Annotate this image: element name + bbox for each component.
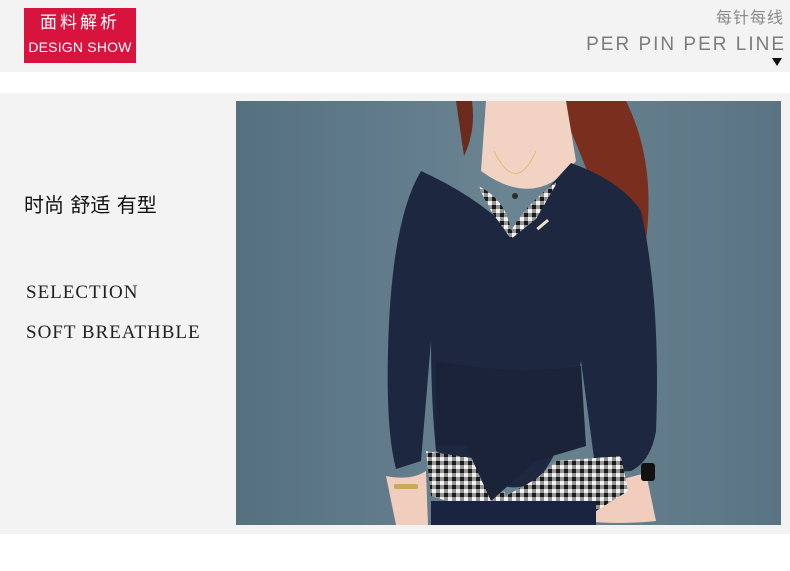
tagline: 时尚 舒适 有型 — [24, 193, 157, 217]
product-photo — [236, 101, 781, 525]
design-show-badge: 面料解析 DESIGN SHOW — [24, 8, 136, 63]
badge-title-cn: 面料解析 — [40, 13, 120, 33]
header-title-cn: 每针每线 — [715, 8, 784, 27]
section-header: 面料解析 DESIGN SHOW 每针每线 PER PIN PER LINE — [0, 0, 790, 72]
triangle-down-icon — [772, 58, 782, 66]
feature-selection: SELECTION — [26, 282, 139, 303]
product-detail-page: 面料解析 DESIGN SHOW 每针每线 PER PIN PER LINE 时… — [0, 0, 790, 571]
model-shirt-illustration — [236, 101, 781, 525]
badge-title-en: DESIGN SHOW — [28, 39, 132, 55]
feature-soft-breathable: SOFT BREATHBLE — [26, 322, 201, 343]
header-title-en: PER PIN PER LINE — [586, 34, 786, 55]
